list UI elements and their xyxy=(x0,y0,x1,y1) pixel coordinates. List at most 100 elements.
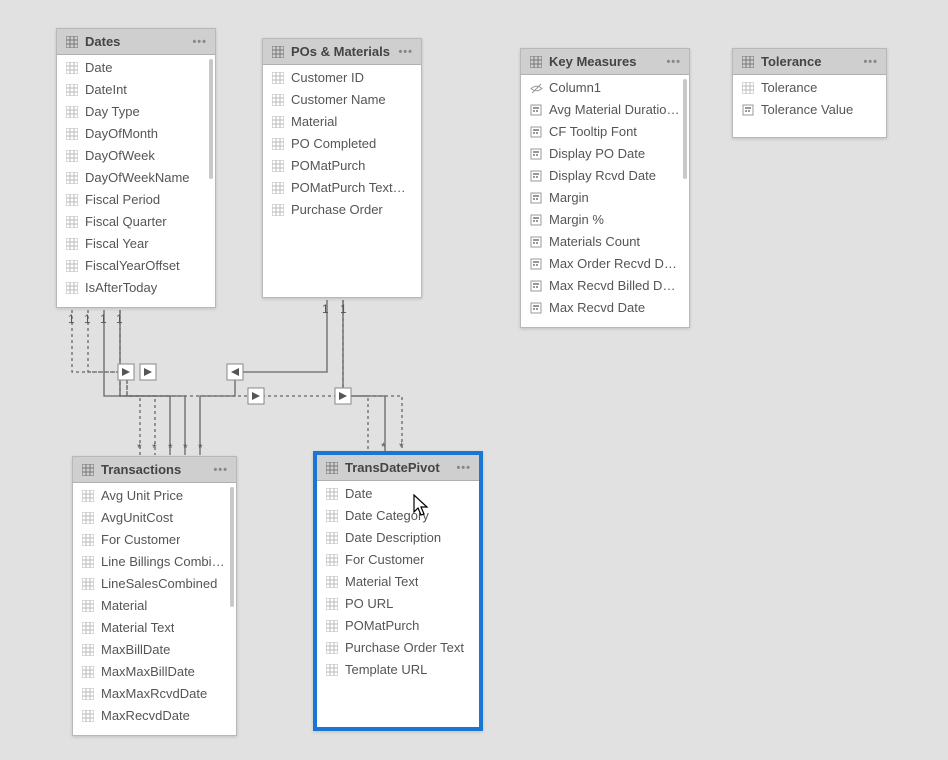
scrollbar[interactable] xyxy=(230,487,234,607)
field-label: MaxMaxRcvdDate xyxy=(101,685,207,703)
field-row[interactable]: Date xyxy=(317,483,479,505)
field-row[interactable]: Margin % xyxy=(521,209,689,231)
table-header[interactable]: Dates ••• xyxy=(57,29,215,55)
cardinality-one: 1 xyxy=(100,312,107,326)
table-dates[interactable]: Dates ••• Date DateIntDay Type DayOfMonth D… xyxy=(56,28,216,308)
scrollbar[interactable] xyxy=(209,59,213,179)
table-header[interactable]: TransDatePivot ••• xyxy=(317,455,479,481)
field-row[interactable]: POMatPurch xyxy=(317,615,479,637)
more-options-icon[interactable]: ••• xyxy=(396,46,415,58)
field-row[interactable]: LineSalesCombined xyxy=(73,573,236,595)
cardinality-many: * xyxy=(168,441,173,455)
field-row[interactable]: Materials Count xyxy=(521,231,689,253)
field-row[interactable]: FiscalYearOffset xyxy=(57,255,215,277)
column-icon xyxy=(271,159,285,173)
field-row[interactable]: For Customer xyxy=(317,549,479,571)
more-options-icon[interactable]: ••• xyxy=(211,464,230,476)
table-tolerance[interactable]: Tolerance ••• ToleranceTolerance Value xyxy=(732,48,887,138)
field-row[interactable]: Margin xyxy=(521,187,689,209)
cardinality-many: * xyxy=(137,441,142,455)
field-row[interactable]: CF Tooltip Font xyxy=(521,121,689,143)
field-row[interactable]: Material xyxy=(73,595,236,617)
field-label: LineSalesCombined xyxy=(101,575,217,593)
column-icon xyxy=(81,665,95,679)
column-icon xyxy=(81,511,95,525)
field-row[interactable]: DayOfMonth xyxy=(57,123,215,145)
table-title: Tolerance xyxy=(761,54,821,69)
table-pos-materials[interactable]: POs & Materials ••• Customer IDCustomer … xyxy=(262,38,422,298)
more-options-icon[interactable]: ••• xyxy=(190,36,209,48)
more-options-icon[interactable]: ••• xyxy=(454,462,473,474)
field-label: For Customer xyxy=(345,551,424,569)
table-header[interactable]: POs & Materials ••• xyxy=(263,39,421,65)
field-row[interactable]: Tolerance xyxy=(733,77,886,99)
field-row[interactable]: Max Recvd Billed Days xyxy=(521,275,689,297)
field-label: Fiscal Period xyxy=(85,191,160,209)
measure-icon xyxy=(529,301,543,315)
field-row[interactable]: MaxRecvdDate xyxy=(73,705,236,727)
field-row[interactable]: Date Category xyxy=(317,505,479,527)
field-row[interactable]: Material Text xyxy=(317,571,479,593)
field-row[interactable]: MaxBillDate xyxy=(73,639,236,661)
table-header[interactable]: Key Measures ••• xyxy=(521,49,689,75)
table-key-measures[interactable]: Key Measures ••• Column1 Avg Material Dur… xyxy=(520,48,690,328)
field-row[interactable]: MaxMaxBillDate xyxy=(73,661,236,683)
field-row[interactable]: Max Order Recvd Days xyxy=(521,253,689,275)
field-label: Purchase Order xyxy=(291,201,383,219)
field-row[interactable]: IsAfterToday xyxy=(57,277,215,299)
field-row[interactable]: AvgUnitCost xyxy=(73,507,236,529)
field-row[interactable]: Column1 xyxy=(521,77,689,99)
field-row[interactable]: POMatPurch xyxy=(263,155,421,177)
column-icon xyxy=(271,115,285,129)
field-row[interactable]: DayOfWeekName xyxy=(57,167,215,189)
field-row[interactable]: Customer Name xyxy=(263,89,421,111)
field-row[interactable]: Date xyxy=(57,57,215,79)
field-row[interactable]: Display PO Date xyxy=(521,143,689,165)
field-row[interactable]: Max Recvd Date xyxy=(521,297,689,319)
field-row[interactable]: Tolerance Value xyxy=(733,99,886,121)
scrollbar[interactable] xyxy=(683,79,687,179)
table-body: ToleranceTolerance Value xyxy=(733,75,886,137)
field-label: DayOfMonth xyxy=(85,125,158,143)
field-row[interactable]: Material xyxy=(263,111,421,133)
field-row[interactable]: Template URL xyxy=(317,659,479,681)
column-icon xyxy=(325,487,339,501)
field-row[interactable]: Line Billings Combined xyxy=(73,551,236,573)
table-transactions[interactable]: Transactions ••• Avg Unit PriceAvgUnitCo… xyxy=(72,456,237,736)
field-row[interactable]: Avg Unit Price xyxy=(73,485,236,507)
column-icon xyxy=(65,127,79,141)
table-body: Date Date CategoryDate Description For Cus… xyxy=(317,481,479,727)
field-row[interactable]: POMatPurch TextDisp xyxy=(263,177,421,199)
field-row[interactable]: Date Description xyxy=(317,527,479,549)
more-options-icon[interactable]: ••• xyxy=(664,56,683,68)
field-label: Margin % xyxy=(549,211,604,229)
field-row[interactable]: PO Completed xyxy=(263,133,421,155)
field-row[interactable]: PO URL xyxy=(317,593,479,615)
field-label: Avg Material Duration... xyxy=(549,101,681,119)
field-label: Materials Count xyxy=(549,233,640,251)
field-row[interactable]: Fiscal Period xyxy=(57,189,215,211)
field-row[interactable]: Display Rcvd Date xyxy=(521,165,689,187)
field-label: Material Text xyxy=(101,619,174,637)
field-row[interactable]: Customer ID xyxy=(263,67,421,89)
field-row[interactable]: MaxMaxRcvdDate xyxy=(73,683,236,705)
field-label: Date xyxy=(345,485,372,503)
field-row[interactable]: Purchase Order Text xyxy=(317,637,479,659)
field-row[interactable]: Fiscal Year xyxy=(57,233,215,255)
field-row[interactable]: DateInt xyxy=(57,79,215,101)
table-transdatepivot[interactable]: TransDatePivot ••• Date Date CategoryDate… xyxy=(313,451,483,731)
table-header[interactable]: Transactions ••• xyxy=(73,457,236,483)
column-icon xyxy=(325,641,339,655)
field-row[interactable]: DayOfWeek xyxy=(57,145,215,167)
table-header[interactable]: Tolerance ••• xyxy=(733,49,886,75)
field-row[interactable]: Material Text xyxy=(73,617,236,639)
field-row[interactable]: Purchase Order xyxy=(263,199,421,221)
more-options-icon[interactable]: ••• xyxy=(861,56,880,68)
field-row[interactable]: Day Type xyxy=(57,101,215,123)
field-row[interactable]: Fiscal Quarter xyxy=(57,211,215,233)
field-row[interactable]: Avg Material Duration... xyxy=(521,99,689,121)
field-label: Date xyxy=(85,59,112,77)
field-label: MaxBillDate xyxy=(101,641,170,659)
field-row[interactable]: For Customer xyxy=(73,529,236,551)
column-icon xyxy=(325,509,339,523)
